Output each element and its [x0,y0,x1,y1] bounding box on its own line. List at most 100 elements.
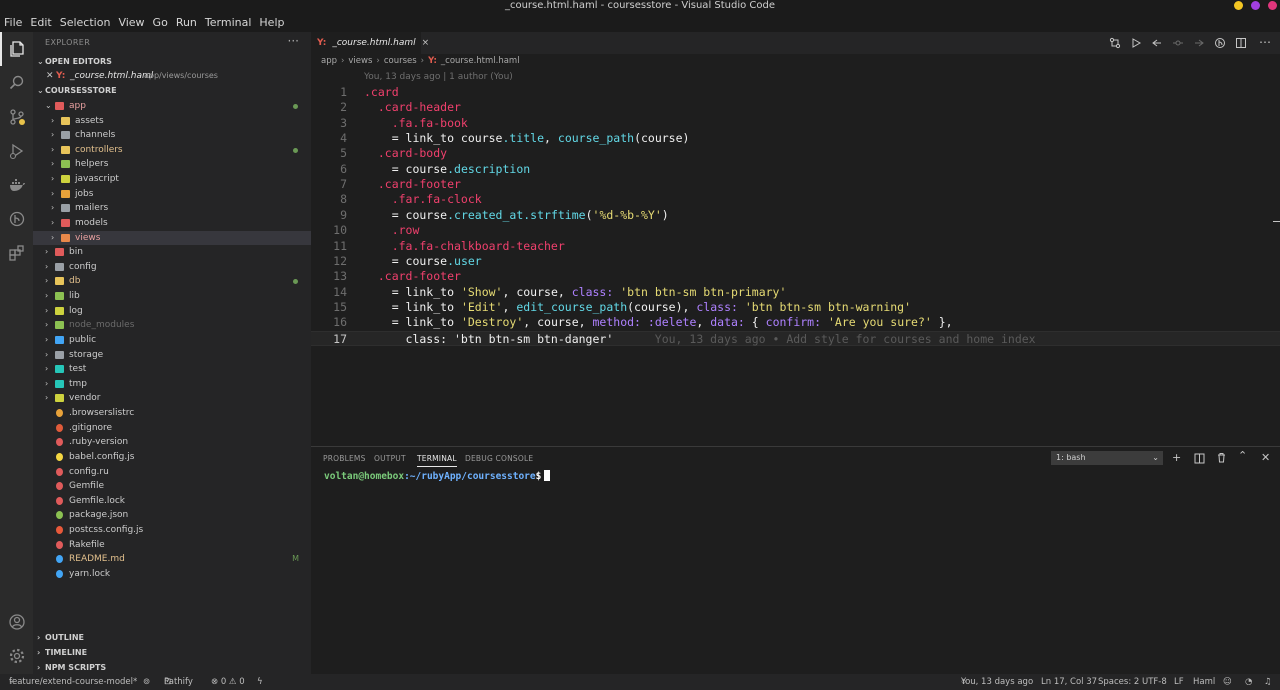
encoding[interactable]: UTF-8 [1142,674,1167,690]
cursor-position[interactable]: Ln 17, Col 37 [1041,674,1097,690]
folder-item[interactable]: › log [33,304,311,319]
code-line[interactable]: 12 = course.user [311,254,1280,269]
gitlens-button[interactable] [0,202,33,236]
close-tab-icon[interactable]: × [422,38,430,48]
breadcrumb-app[interactable]: app [321,56,337,66]
accounts-status-icon[interactable]: ◔ [1245,674,1252,690]
line-ending[interactable]: LF [1174,674,1184,690]
code-line[interactable]: 4 = link_to course.title, course_path(co… [311,131,1280,146]
source-control-button[interactable] [0,100,33,134]
close-panel-icon[interactable]: ✕ [1261,451,1270,464]
tab-problems[interactable]: PROBLEMS [323,454,366,463]
trash-icon[interactable] [1216,452,1227,463]
folder-item[interactable]: ⌄ app [33,99,311,114]
breadcrumb-file[interactable]: _course.html.haml [441,56,520,66]
code-line[interactable]: 17 class: 'btn btn-sm btn-danger' You, 1… [311,330,1280,346]
file-item[interactable]: Gemfile [33,479,311,494]
file-item[interactable]: package.json [33,508,311,523]
code-line[interactable]: 11 .fa.fa-chalkboard-teacher [311,239,1280,254]
folder-item[interactable]: › bin [33,245,311,260]
code-line[interactable]: 14 = link_to 'Show', course, class: 'btn… [311,285,1280,300]
tab-course-haml[interactable]: Y: _course.html.haml × [311,32,429,54]
menu-view[interactable]: View [118,16,144,29]
npm-scripts-section[interactable]: › NPM SCRIPTS [33,661,311,674]
folder-item[interactable]: › jobs [33,187,311,202]
indentation[interactable]: Spaces: 2 [1098,674,1139,690]
code-line[interactable]: 16 = link_to 'Destroy', course, method: … [311,315,1280,330]
folder-item[interactable]: › controllers [33,143,311,158]
folder-item[interactable]: › tmp [33,377,311,392]
tab-output[interactable]: OUTPUT [374,454,406,463]
open-editor-item[interactable]: ✕ Y: _course.html.haml app/views/courses [33,69,311,84]
project-section[interactable]: ⌄COURSESSTORE [33,84,311,98]
maximize-button[interactable] [1251,1,1260,10]
blame-codelens[interactable]: You, 13 days ago | 1 author (You) [364,72,513,82]
code-line[interactable]: 13 .card-footer [311,269,1280,284]
menu-go[interactable]: Go [153,16,168,29]
open-editors-section[interactable]: ⌄OPEN EDITORS [33,55,311,69]
live-share-icon[interactable]: ⊚ [143,674,150,690]
file-item[interactable]: Gemfile.lock [33,494,311,509]
minimize-button[interactable] [1234,1,1243,10]
manage-button[interactable] [0,639,33,673]
folder-item[interactable]: › assets [33,114,311,129]
new-terminal-icon[interactable]: + [1172,451,1181,464]
next-change-icon[interactable] [1193,37,1205,49]
folder-item[interactable]: › javascript [33,172,311,187]
split-editor-icon[interactable] [1235,37,1247,49]
folder-item[interactable]: › storage [33,348,311,363]
folder-item[interactable]: › node_modules [33,318,311,333]
file-item[interactable]: .ruby-version [33,435,311,450]
file-item[interactable]: config.ru [33,465,311,480]
file-item[interactable]: Rakefile [33,538,311,553]
explorer-button[interactable] [0,32,33,66]
code-line[interactable]: 10 .row [311,223,1280,238]
notifications-icon[interactable]: ♫ [1264,674,1272,690]
folder-item[interactable]: › db [33,274,311,289]
revision-dot-icon[interactable] [1172,37,1184,49]
docker-button[interactable] [0,168,33,202]
code-line[interactable]: 8 .far.fa-clock [311,192,1280,207]
tweet-feedback-icon[interactable]: ☺ [1223,674,1232,690]
gitlens-compare-icon[interactable] [1214,37,1226,49]
menu-file[interactable]: File [4,16,22,29]
menu-run[interactable]: Run [176,16,197,29]
split-terminal-icon[interactable] [1194,453,1205,464]
search-button[interactable] [0,66,33,100]
problems-item[interactable]: ⊗ 0 ⚠ 0 [211,674,245,690]
menu-edit[interactable]: Edit [30,16,51,29]
more-actions-button[interactable]: ··· [288,34,299,48]
open-changes-icon[interactable] [1109,37,1121,49]
previous-change-icon[interactable] [1151,37,1163,49]
menu-terminal[interactable]: Terminal [205,16,252,29]
file-item[interactable]: postcss.config.js [33,523,311,538]
terminal-select[interactable]: 1: bash ⌄ [1051,451,1163,465]
timeline-section[interactable]: › TIMELINE [33,646,311,660]
code-line[interactable]: 6 = course.description [311,162,1280,177]
folder-item[interactable]: › test [33,362,311,377]
folder-item[interactable]: › public [33,333,311,348]
folder-item[interactable]: › mailers [33,201,311,216]
accounts-button[interactable] [0,605,33,639]
menu-help[interactable]: Help [259,16,284,29]
tab-terminal[interactable]: TERMINAL [417,454,457,467]
folder-item[interactable]: › lib [33,289,311,304]
tab-debug-console[interactable]: DEBUG CONSOLE [465,454,533,463]
run-icon[interactable] [1130,37,1142,49]
file-item[interactable]: yarn.lock [33,567,311,582]
menu-selection[interactable]: Selection [60,16,111,29]
code-line[interactable]: 7 .card-footer [311,177,1280,192]
folder-item[interactable]: › channels [33,128,311,143]
breadcrumb-views[interactable]: views [348,56,372,66]
lightning-icon[interactable]: ϟ [257,674,263,690]
folder-item[interactable]: › config [33,260,311,275]
code-line[interactable]: 5 .card-body [311,146,1280,161]
outline-section[interactable]: › OUTLINE [33,631,311,645]
file-item[interactable]: README.md M [33,552,311,567]
breadcrumb-courses[interactable]: courses [384,56,417,66]
code-line[interactable]: 2 .card-header [311,100,1280,115]
folder-item[interactable]: › vendor [33,391,311,406]
more-editor-actions-button[interactable]: ⋯ [1259,35,1271,49]
run-debug-button[interactable] [0,134,33,168]
close-icon[interactable]: ✕ [46,69,54,84]
